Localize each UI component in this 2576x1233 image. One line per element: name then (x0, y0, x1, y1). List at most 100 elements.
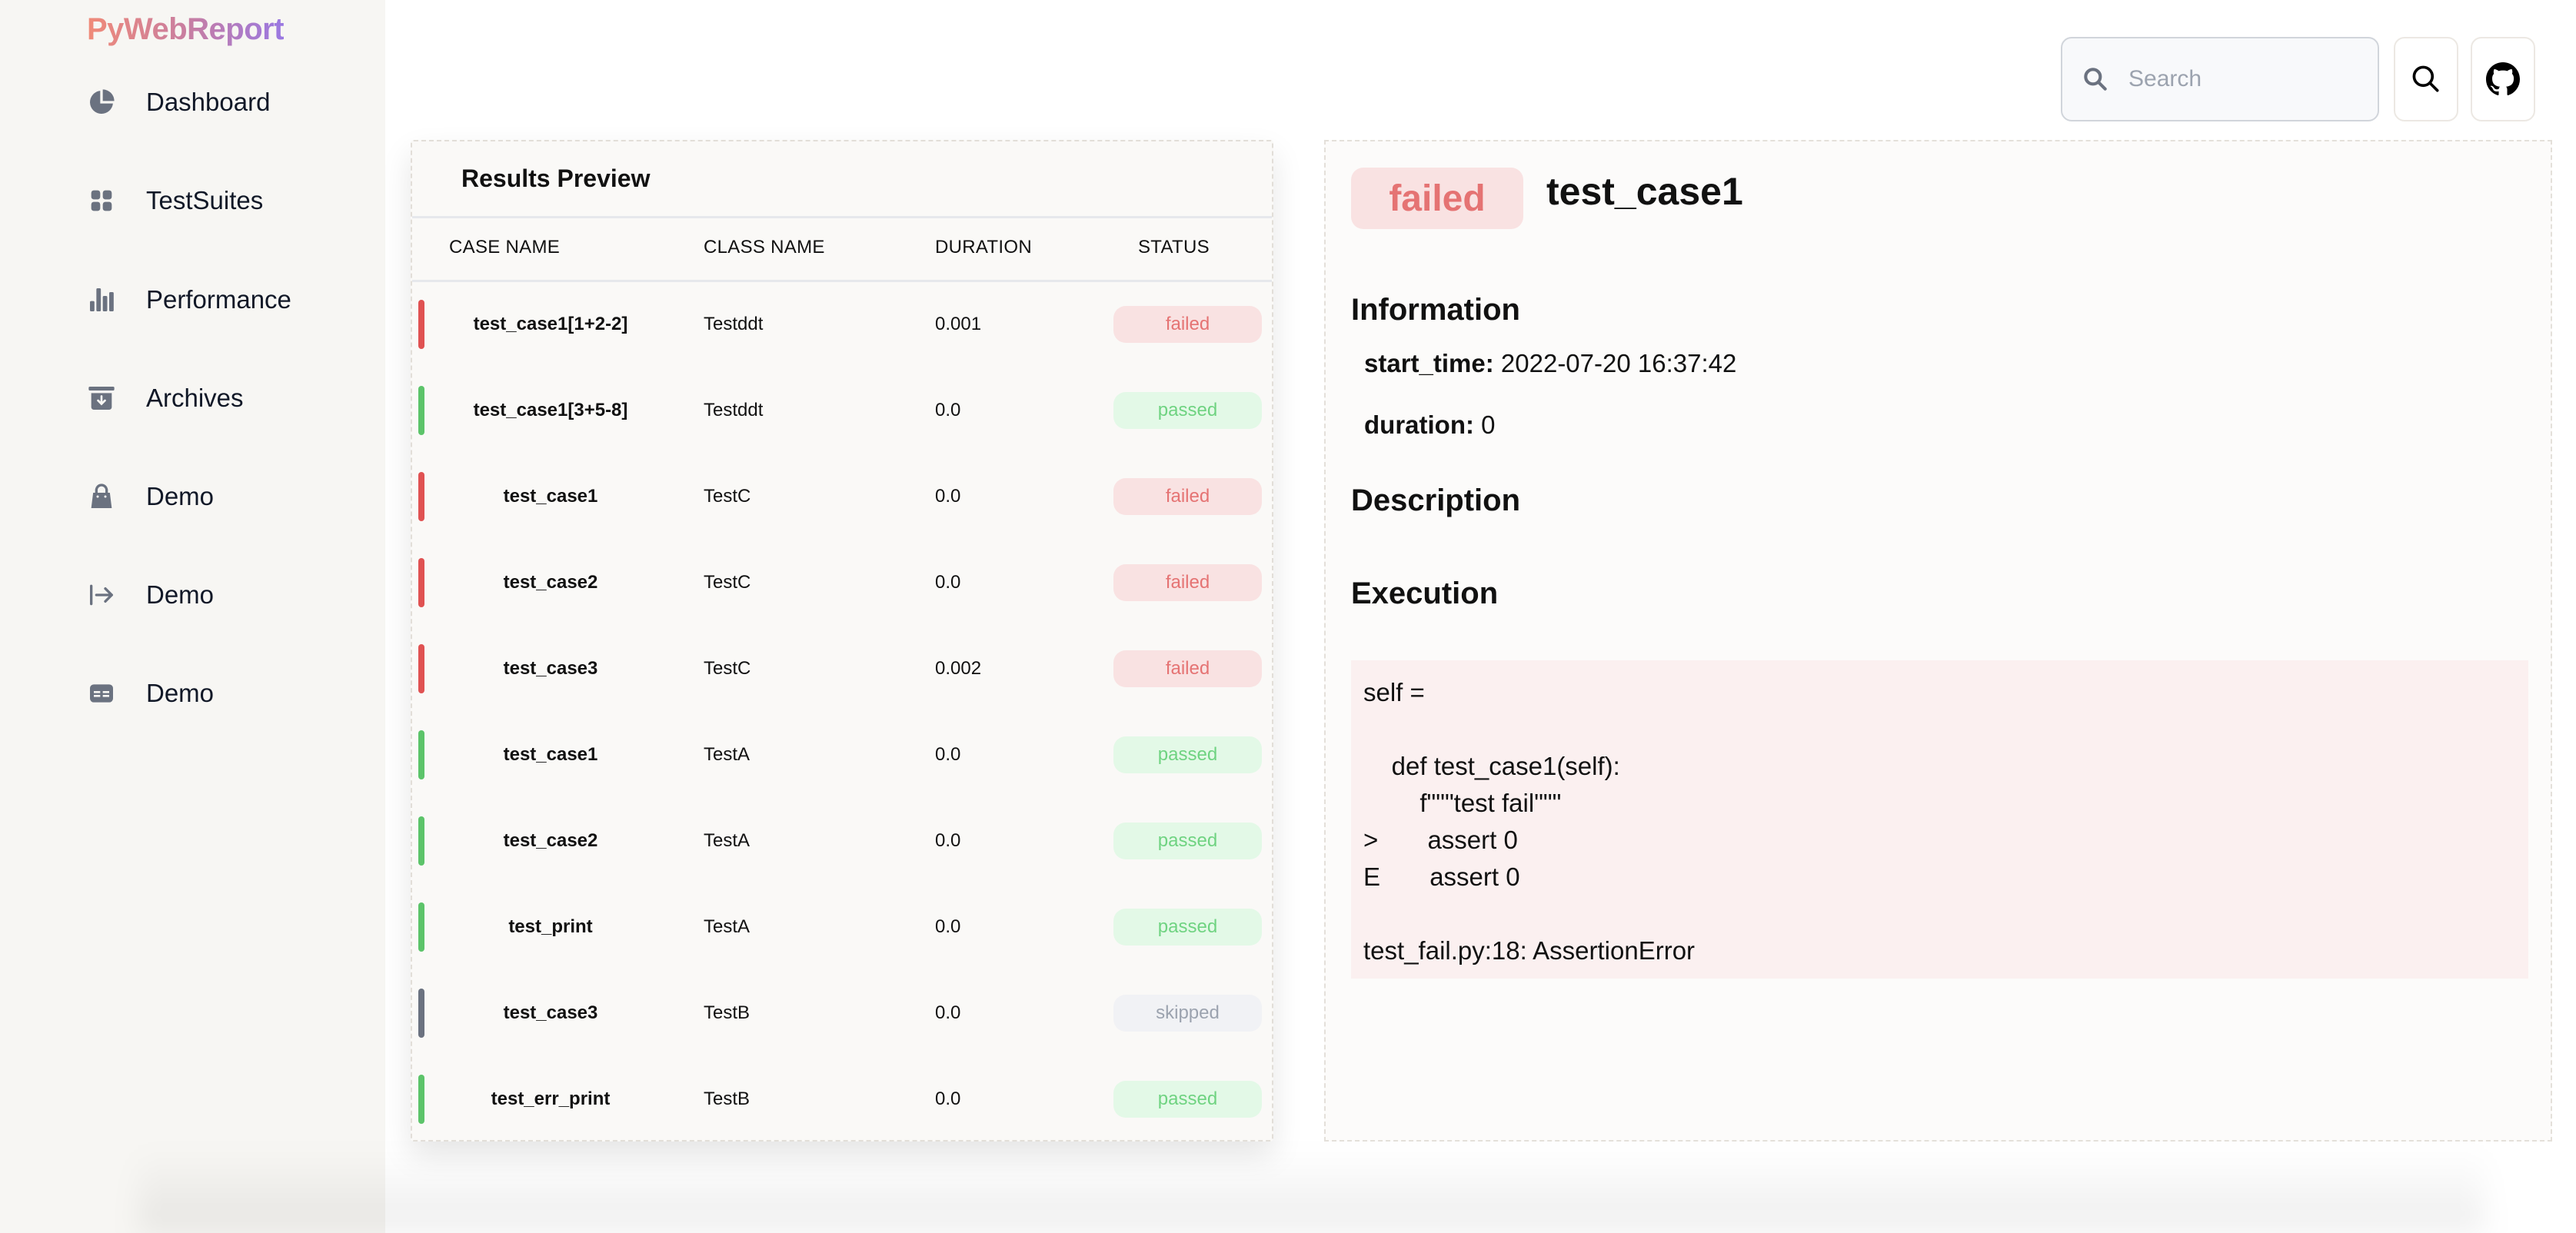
class-name-cell: TestC (704, 486, 751, 507)
status-badge: passed (1113, 823, 1262, 859)
sidebar-item-demo-3[interactable]: Demo (85, 669, 361, 718)
sidebar-item-demo-1[interactable]: Demo (85, 472, 361, 521)
card-title: Results Preview (461, 165, 651, 192)
status-badge: failed (1113, 306, 1262, 343)
search-input[interactable] (2127, 65, 2361, 93)
class-name-cell: TestC (704, 658, 751, 679)
search-field[interactable] (2061, 37, 2379, 121)
duration-cell: 0.0 (935, 744, 961, 765)
sidebar-item-label: Performance (146, 285, 291, 314)
case-name-cell: test_case1[1+2-2] (473, 314, 628, 334)
status-indicator-bar (418, 644, 424, 693)
search-button[interactable] (2394, 37, 2458, 121)
duration-cell: 0.0 (935, 1002, 961, 1023)
execution-log-box: self = def test_case1(self): f"""test fa… (1351, 660, 2528, 979)
table-row[interactable]: test_err_print TestB 0.0 passed (412, 1056, 1272, 1142)
class-name-cell: TestA (704, 916, 751, 937)
sidebar-item-demo-2[interactable]: Demo (85, 570, 361, 620)
column-header-class-name[interactable]: CLASS NAME (704, 237, 825, 258)
sidebar-item-dashboard[interactable]: Dashboard (85, 78, 361, 127)
sidebar-item-label: Archives (146, 384, 244, 412)
status-indicator-bar (418, 472, 424, 521)
execution-log: self = def test_case1(self): f"""test fa… (1363, 678, 1696, 965)
case-name-cell: test_case2 (503, 572, 598, 593)
sidebar-item-archives[interactable]: Archives (85, 374, 361, 423)
status-indicator-bar (418, 989, 424, 1038)
case-name-cell: test_case1 (503, 744, 598, 765)
status-badge: failed (1113, 564, 1262, 601)
case-name-cell: test_err_print (491, 1088, 611, 1109)
information-heading: Information (1351, 293, 1520, 327)
case-detail-panel: failed test_case1 Information start_time… (1324, 140, 2552, 1142)
sidebar-item-label: Demo (146, 679, 215, 707)
duration-value: 0 (1481, 410, 1496, 439)
shopping-bag-icon (85, 480, 118, 513)
status-badge: passed (1113, 392, 1262, 429)
class-name-cell: TestA (704, 744, 751, 765)
status-badge: passed (1113, 736, 1262, 773)
status-badge: failed (1113, 478, 1262, 515)
sidebar-item-testsuites[interactable]: TestSuites (85, 176, 361, 225)
results-preview-card: Results Preview CASE NAME CLASS NAME DUR… (411, 140, 1273, 1142)
status-indicator-bar (418, 730, 424, 779)
archive-icon (85, 381, 118, 415)
table-row[interactable]: test_case2 TestA 0.0 passed (412, 798, 1272, 884)
search-icon (2084, 68, 2107, 91)
status-badge: skipped (1113, 995, 1262, 1032)
duration-cell: 0.002 (935, 658, 982, 679)
class-name-cell: TestB (704, 1088, 751, 1109)
duration-cell: 0.0 (935, 830, 961, 851)
start-time-value: 2022-07-20 16:37:42 (1500, 349, 1737, 377)
column-header-duration[interactable]: DURATION (935, 237, 1032, 258)
sidebar-item-label: TestSuites (146, 186, 264, 214)
duration-row: duration: 0 (1364, 410, 1496, 440)
table-row[interactable]: test_case3 TestB 0.0 skipped (412, 970, 1272, 1056)
table-row[interactable]: test_case2 TestC 0.0 failed (412, 540, 1272, 626)
case-name-cell: test_case3 (503, 1002, 598, 1023)
table-icon (85, 676, 118, 710)
case-name-cell: test_case1 (503, 486, 598, 507)
sidebar: PyWebReport Dashboard TestSuites Perform… (0, 0, 385, 1233)
status-badge: passed (1113, 909, 1262, 946)
duration-cell: 0.0 (935, 916, 961, 937)
description-heading: Description (1351, 484, 1521, 517)
class-name-cell: TestC (704, 572, 751, 593)
status-indicator-bar (418, 902, 424, 952)
status-indicator-bar (418, 558, 424, 607)
table-row[interactable]: test_case1 TestC 0.0 failed (412, 454, 1272, 540)
table-row[interactable]: test_case1[3+5-8] Testddt 0.0 passed (412, 367, 1272, 454)
divider (412, 216, 1272, 218)
app-logo[interactable]: PyWebReport (87, 12, 285, 47)
sidebar-item-label: Dashboard (146, 88, 271, 116)
github-icon (2486, 62, 2520, 95)
table-row[interactable]: test_case1 TestA 0.0 passed (412, 712, 1272, 798)
case-name-cell: test_case3 (503, 658, 598, 679)
duration-cell: 0.0 (935, 572, 961, 593)
start-time-row: start_time: 2022-07-20 16:37:42 (1364, 349, 1736, 378)
class-name-cell: Testddt (704, 314, 764, 334)
detail-case-title: test_case1 (1546, 170, 1743, 213)
grid-icon (85, 184, 118, 218)
class-name-cell: TestB (704, 1002, 751, 1023)
duration-label: duration: (1364, 410, 1474, 439)
case-name-cell: test_case1[3+5-8] (473, 400, 628, 420)
duration-cell: 0.0 (935, 1088, 961, 1109)
table-row[interactable]: test_print TestA 0.0 passed (412, 884, 1272, 970)
status-indicator-bar (418, 386, 424, 435)
github-button[interactable] (2471, 37, 2535, 121)
bar-chart-icon (85, 283, 118, 317)
class-name-cell: Testddt (704, 400, 764, 420)
pie-chart-icon (85, 85, 118, 119)
status-indicator-bar (418, 1075, 424, 1124)
search-icon (2412, 65, 2439, 92)
column-header-case-name[interactable]: CASE NAME (449, 237, 560, 258)
column-header-status[interactable]: STATUS (1138, 237, 1210, 258)
status-indicator-bar (418, 300, 424, 349)
sidebar-item-performance[interactable]: Performance (85, 275, 361, 324)
table-row[interactable]: test_case3 TestC 0.002 failed (412, 626, 1272, 712)
sidebar-item-label: Demo (146, 580, 215, 609)
status-indicator-bar (418, 816, 424, 866)
sidebar-item-label: Demo (146, 482, 215, 510)
table-row[interactable]: test_case1[1+2-2] Testddt 0.001 failed (412, 281, 1272, 367)
duration-cell: 0.001 (935, 314, 982, 334)
